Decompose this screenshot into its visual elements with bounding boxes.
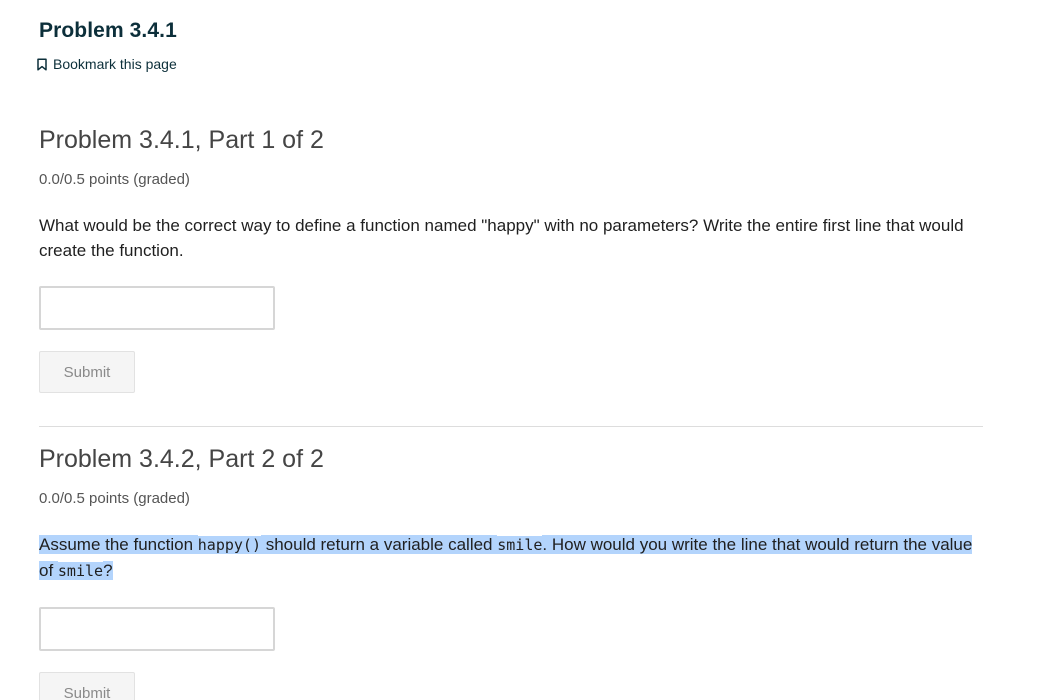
question-text: What would be the correct way to define …: [39, 216, 964, 260]
bookmark-icon: [36, 57, 48, 71]
points-status: 0.0/0.5 points (graded): [39, 171, 190, 188]
question-text-part: Assume the function: [39, 535, 198, 554]
question-text-part: should return a variable called: [260, 535, 498, 554]
points-status: 0.0/0.5 points (graded): [39, 490, 190, 507]
inline-code: smile: [497, 536, 543, 554]
submit-button[interactable]: Submit: [39, 672, 135, 700]
bookmark-label: Bookmark this page: [53, 56, 177, 72]
question-text: Assume the function happy() should retur…: [39, 532, 979, 584]
problem-title: Problem 3.4.1, Part 1 of 2: [39, 126, 324, 154]
bookmark-button[interactable]: Bookmark this page: [36, 56, 177, 72]
question-text-part: ?: [103, 561, 113, 580]
problem-part-1: Problem 3.4.1, Part 1 of 2 0.0/0.5 point…: [39, 124, 983, 393]
answer-input[interactable]: [39, 286, 275, 330]
problem-part-2: Problem 3.4.2, Part 2 of 2 0.0/0.5 point…: [39, 443, 983, 700]
page: Problem 3.4.1 Bookmark this page Problem…: [0, 0, 1054, 700]
unit-title: Problem 3.4.1: [39, 19, 177, 42]
answer-input[interactable]: [39, 607, 275, 651]
inline-code: happy(): [197, 536, 261, 554]
submit-button[interactable]: Submit: [39, 351, 135, 393]
problem-title: Problem 3.4.2, Part 2 of 2: [39, 445, 324, 473]
inline-code: smile: [57, 562, 104, 580]
divider: [39, 426, 983, 427]
